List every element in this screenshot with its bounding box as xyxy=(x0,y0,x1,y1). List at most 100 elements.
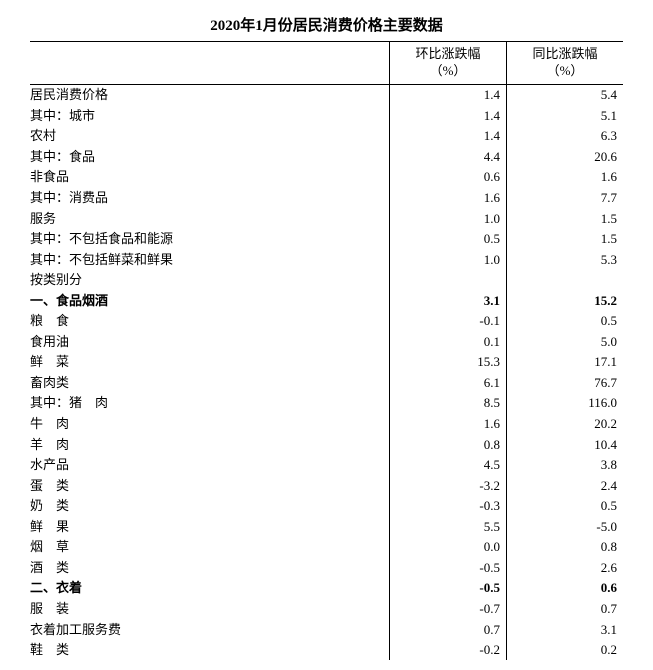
table-row: 鲜 菜15.317.1 xyxy=(30,352,623,373)
row-yoy: 2.4 xyxy=(507,475,624,496)
row-label: 农村 xyxy=(30,126,390,147)
row-yoy: 5.0 xyxy=(507,331,624,352)
row-label: 牛 肉 xyxy=(30,414,390,435)
row-mom: -0.5 xyxy=(390,557,507,578)
table-row: 非食品0.61.6 xyxy=(30,167,623,188)
row-label: 酒 类 xyxy=(30,557,390,578)
row-yoy: 1.6 xyxy=(507,167,624,188)
table-row: 其中：消费品1.67.7 xyxy=(30,188,623,209)
row-mom: 1.0 xyxy=(390,208,507,229)
table-row: 粮 食-0.10.5 xyxy=(30,311,623,332)
row-yoy: 20.6 xyxy=(507,146,624,167)
row-mom: -0.1 xyxy=(390,311,507,332)
row-yoy xyxy=(507,270,624,291)
row-label: 羊 肉 xyxy=(30,434,390,455)
header-mom: 环比涨跌幅（%） xyxy=(390,42,507,85)
row-yoy: 17.1 xyxy=(507,352,624,373)
row-label: 水产品 xyxy=(30,455,390,476)
row-label: 其中：不包括食品和能源 xyxy=(30,229,390,250)
row-yoy: 2.6 xyxy=(507,557,624,578)
row-yoy: 1.5 xyxy=(507,208,624,229)
table-row: 其中：城市1.45.1 xyxy=(30,105,623,126)
row-label: 烟 草 xyxy=(30,537,390,558)
row-mom: 4.5 xyxy=(390,455,507,476)
row-label: 衣着加工服务费 xyxy=(30,619,390,640)
row-mom: 1.6 xyxy=(390,188,507,209)
row-yoy: 0.5 xyxy=(507,496,624,517)
table-row: 一、食品烟酒3.115.2 xyxy=(30,290,623,311)
table-row: 奶 类-0.30.5 xyxy=(30,496,623,517)
table-row: 鞋 类-0.20.2 xyxy=(30,640,623,661)
row-mom: 3.1 xyxy=(390,290,507,311)
row-label: 鞋 类 xyxy=(30,640,390,661)
table-row: 农村1.46.3 xyxy=(30,126,623,147)
row-mom: 1.6 xyxy=(390,414,507,435)
row-mom: 15.3 xyxy=(390,352,507,373)
row-mom: 6.1 xyxy=(390,372,507,393)
row-label: 其中：消费品 xyxy=(30,188,390,209)
cpi-table: 环比涨跌幅（%） 同比涨跌幅（%） 居民消费价格1.45.4其中：城市1.45.… xyxy=(30,41,623,660)
row-mom: 0.6 xyxy=(390,167,507,188)
table-row: 烟 草0.00.8 xyxy=(30,537,623,558)
row-label: 粮 食 xyxy=(30,311,390,332)
row-mom: 1.0 xyxy=(390,249,507,270)
row-mom: 0.5 xyxy=(390,229,507,250)
table-row: 其中：猪 肉8.5116.0 xyxy=(30,393,623,414)
table-row: 水产品4.53.8 xyxy=(30,455,623,476)
table-row: 其中：不包括食品和能源0.51.5 xyxy=(30,229,623,250)
table-row: 按类别分 xyxy=(30,270,623,291)
header-yoy: 同比涨跌幅（%） xyxy=(507,42,624,85)
row-label: 食用油 xyxy=(30,331,390,352)
row-mom: -3.2 xyxy=(390,475,507,496)
table-row: 食用油0.15.0 xyxy=(30,331,623,352)
row-mom: 0.0 xyxy=(390,537,507,558)
row-yoy: 76.7 xyxy=(507,372,624,393)
table-row: 二、衣着-0.50.6 xyxy=(30,578,623,599)
row-yoy: 0.5 xyxy=(507,311,624,332)
row-label: 服务 xyxy=(30,208,390,229)
row-label: 其中：不包括鲜菜和鲜果 xyxy=(30,249,390,270)
row-mom: 4.4 xyxy=(390,146,507,167)
row-mom: 8.5 xyxy=(390,393,507,414)
row-yoy: 0.6 xyxy=(507,578,624,599)
row-yoy: 5.1 xyxy=(507,105,624,126)
row-yoy: 5.3 xyxy=(507,249,624,270)
row-label: 按类别分 xyxy=(30,270,390,291)
row-yoy: 7.7 xyxy=(507,188,624,209)
row-label: 服 装 xyxy=(30,598,390,619)
row-yoy: 10.4 xyxy=(507,434,624,455)
row-mom: -0.2 xyxy=(390,640,507,661)
table-row: 鲜 果5.5-5.0 xyxy=(30,516,623,537)
row-label: 居民消费价格 xyxy=(30,84,390,105)
table-row: 服务1.01.5 xyxy=(30,208,623,229)
row-yoy: 0.8 xyxy=(507,537,624,558)
page-title: 2020年1月份居民消费价格主要数据 xyxy=(30,14,623,35)
row-mom: -0.5 xyxy=(390,578,507,599)
row-mom: 1.4 xyxy=(390,84,507,105)
header-row: 环比涨跌幅（%） 同比涨跌幅（%） xyxy=(30,42,623,85)
row-yoy: 3.8 xyxy=(507,455,624,476)
row-label: 奶 类 xyxy=(30,496,390,517)
row-yoy: 6.3 xyxy=(507,126,624,147)
row-yoy: 5.4 xyxy=(507,84,624,105)
row-mom: 5.5 xyxy=(390,516,507,537)
row-yoy: 0.7 xyxy=(507,598,624,619)
table-row: 酒 类-0.52.6 xyxy=(30,557,623,578)
row-label: 蛋 类 xyxy=(30,475,390,496)
table-row: 服 装-0.70.7 xyxy=(30,598,623,619)
row-label: 鲜 果 xyxy=(30,516,390,537)
table-row: 羊 肉0.810.4 xyxy=(30,434,623,455)
table-row: 蛋 类-3.22.4 xyxy=(30,475,623,496)
row-yoy: 1.5 xyxy=(507,229,624,250)
header-blank xyxy=(30,42,390,85)
table-row: 居民消费价格1.45.4 xyxy=(30,84,623,105)
row-mom: 1.4 xyxy=(390,105,507,126)
row-label: 畜肉类 xyxy=(30,372,390,393)
row-label: 非食品 xyxy=(30,167,390,188)
table-row: 其中：不包括鲜菜和鲜果1.05.3 xyxy=(30,249,623,270)
row-mom: 1.4 xyxy=(390,126,507,147)
row-label: 二、衣着 xyxy=(30,578,390,599)
row-mom xyxy=(390,270,507,291)
row-label: 一、食品烟酒 xyxy=(30,290,390,311)
row-label: 其中：食品 xyxy=(30,146,390,167)
